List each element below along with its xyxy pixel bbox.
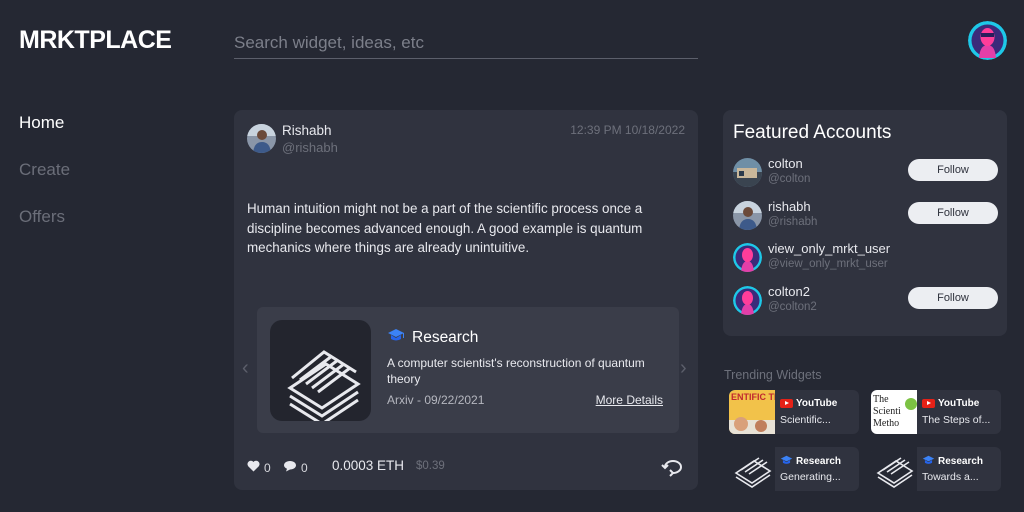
widget-title: Towards a... (922, 471, 979, 483)
trending-widget[interactable]: The Scienti Metho YouTube The Steps of..… (871, 390, 1001, 434)
account-avatar[interactable] (733, 243, 762, 272)
paper-icon (270, 320, 371, 421)
nav-item-home[interactable]: Home (19, 113, 70, 160)
follow-button[interactable]: Follow (908, 287, 998, 309)
account-handle: @view_only_mrkt_user (768, 258, 888, 270)
card-meta: Arxiv - 09/22/2021 (387, 393, 485, 407)
nav-item-create[interactable]: Create (19, 160, 70, 207)
widget-category: YouTube (780, 398, 837, 409)
account-row: rishabh @rishabh Follow (733, 199, 998, 231)
widget-title: The Steps of... (922, 414, 991, 426)
account-avatar[interactable] (733, 158, 762, 187)
carousel-next-button[interactable]: › (680, 357, 687, 380)
trending-widget[interactable]: Research Towards a... (871, 447, 1001, 491)
account-name[interactable]: colton (768, 156, 803, 171)
heart-icon (247, 460, 260, 475)
like-count: 0 (264, 460, 271, 475)
trending-widget[interactable]: Research Generating... (729, 447, 859, 491)
repost-button[interactable] (661, 457, 685, 480)
sidebar-nav: Home Create Offers (19, 113, 70, 254)
paper-icon (871, 447, 917, 491)
author-avatar[interactable] (247, 124, 276, 153)
video-thumbnail: ENTIFIC THOD KIDS (729, 390, 775, 434)
author-handle: @rishabh (282, 140, 338, 155)
featured-accounts-panel: Featured Accounts colton @colton Follow … (723, 110, 1007, 336)
widget-title: Generating... (780, 471, 841, 483)
post-timestamp: 12:39 PM 10/18/2022 (570, 123, 685, 137)
trending-widget[interactable]: ENTIFIC THOD KIDS YouTube Scientific... (729, 390, 859, 434)
widget-title: Scientific... (780, 414, 831, 426)
video-thumbnail: The Scienti Metho (871, 390, 917, 434)
follow-button[interactable]: Follow (908, 159, 998, 181)
account-row: view_only_mrkt_user @view_only_mrkt_user (733, 241, 997, 273)
follow-button[interactable]: Follow (908, 202, 998, 224)
paper-icon (729, 447, 775, 491)
account-row: colton2 @colton2 Follow (733, 284, 998, 316)
graduation-cap-icon (387, 328, 405, 347)
account-handle: @rishabh (768, 216, 818, 228)
like-button[interactable]: 0 (247, 460, 271, 475)
logo[interactable]: MRKTPLACE (19, 26, 172, 55)
comment-icon (283, 460, 297, 475)
account-avatar[interactable] (733, 286, 762, 315)
user-avatar[interactable] (968, 21, 1007, 60)
widget-card[interactable]: Research A computer scientist's reconstr… (257, 307, 679, 433)
author-name[interactable]: Rishabh (282, 123, 332, 138)
repost-icon (661, 460, 685, 480)
graduation-cap-icon (922, 455, 935, 468)
price-usd: $0.39 (416, 460, 445, 472)
svg-text:ENTIFIC THOD KIDS: ENTIFIC THOD KIDS (731, 392, 775, 402)
more-details-link[interactable]: More Details (596, 393, 663, 407)
card-category-label: Research (412, 328, 479, 346)
comment-button[interactable]: 0 (283, 460, 308, 475)
feed-post: Rishabh @rishabh 12:39 PM 10/18/2022 Hum… (234, 110, 698, 490)
account-handle: @colton2 (768, 301, 817, 313)
svg-text:Scienti: Scienti (873, 406, 901, 417)
account-name[interactable]: rishabh (768, 199, 811, 214)
svg-text:The: The (873, 394, 889, 405)
price-eth: 0.0003 ETH (332, 458, 405, 473)
account-row: colton @colton Follow (733, 156, 998, 188)
card-title: A computer scientist's reconstruction of… (387, 356, 645, 386)
youtube-icon (780, 399, 793, 408)
post-body: Human intuition might not be a part of t… (247, 201, 643, 255)
trending-title: Trending Widgets (724, 368, 822, 382)
account-handle: @colton (768, 173, 811, 185)
post-footer: 0 0 0.0003 ETH $0.39 (247, 457, 685, 480)
widget-category: YouTube (922, 398, 979, 409)
svg-text:Metho: Metho (873, 418, 899, 429)
featured-title: Featured Accounts (733, 122, 892, 143)
account-avatar[interactable] (733, 201, 762, 230)
carousel-prev-button[interactable]: ‹ (242, 357, 249, 380)
account-name[interactable]: colton2 (768, 284, 810, 299)
widget-category: Research (922, 455, 983, 468)
widget-category: Research (780, 455, 841, 468)
card-category: Research (387, 328, 478, 347)
graduation-cap-icon (780, 455, 793, 468)
nav-item-offers[interactable]: Offers (19, 207, 70, 254)
search-input[interactable] (234, 28, 698, 59)
account-name[interactable]: view_only_mrkt_user (768, 241, 890, 256)
comment-count: 0 (301, 460, 308, 475)
youtube-icon (922, 399, 935, 408)
